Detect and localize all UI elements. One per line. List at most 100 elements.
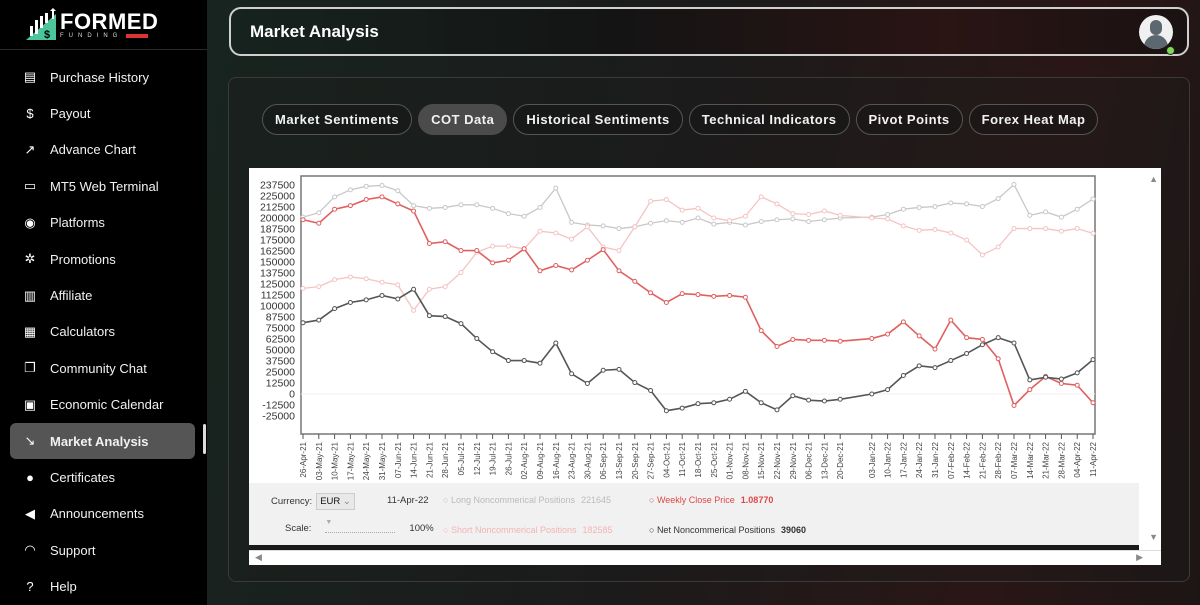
data-point: [553, 230, 559, 236]
cot-chart: 2375002250002125002000001875001750001625…: [260, 175, 1098, 480]
data-point: [885, 216, 891, 222]
data-point: [347, 187, 353, 193]
tab-technical-indicators[interactable]: Technical Indicators: [688, 104, 850, 135]
tab-market-sentiments[interactable]: Market Sentiments: [262, 104, 413, 135]
data-point: [885, 211, 891, 217]
sidebar-item-advance-chart[interactable]: ↗ Advance Chart: [10, 132, 195, 168]
data-point: [916, 363, 922, 369]
data-point: [363, 197, 369, 203]
sidebar-item-purchase-history[interactable]: ▤ Purchase History: [10, 59, 195, 95]
data-point: [584, 380, 590, 386]
sidebar-item-support[interactable]: ◠ Support: [10, 532, 195, 568]
data-point: [727, 218, 733, 224]
data-point: [1011, 226, 1017, 232]
brand-name: FORMED: [60, 8, 159, 34]
data-point: [663, 197, 669, 203]
brand-logo[interactable]: $ FORMED FUNDING: [0, 0, 207, 50]
main-content: Market Analysis Market Sentiments COT Dat…: [207, 0, 1200, 605]
sidebar-scrollbar[interactable]: [203, 424, 206, 454]
data-point: [616, 268, 622, 274]
x-tick-label: 30-Aug-21: [583, 441, 592, 479]
data-point: [379, 292, 385, 298]
avatar-head-icon: [1150, 20, 1162, 35]
scale-slider[interactable]: ▼: [325, 519, 396, 533]
slider-handle-icon[interactable]: ▼: [325, 519, 332, 526]
sidebar-nav: ▤ Purchase History $ Payout ↗ Advance Chart ▭ M…: [0, 59, 207, 605]
data-point: [932, 226, 938, 232]
data-point: [821, 217, 827, 223]
data-point: [1027, 377, 1033, 383]
tab-pivot-points[interactable]: Pivot Points: [855, 104, 963, 135]
data-point: [1058, 228, 1064, 234]
sidebar-item-promotions[interactable]: ✲ Promotions: [10, 241, 195, 277]
sidebar-item-certificates[interactable]: ● Certificates: [10, 459, 195, 495]
chevron-down-icon: ⌄: [342, 496, 351, 507]
data-point: [711, 215, 717, 221]
tab-forex-heat-map[interactable]: Forex Heat Map: [968, 104, 1099, 135]
data-point: [490, 243, 496, 249]
x-tick-label: 26-Jul-21: [504, 441, 513, 475]
data-point: [1074, 206, 1080, 212]
x-tick-label: 10-Jan-22: [884, 441, 893, 478]
user-avatar[interactable]: [1139, 15, 1173, 49]
legend-net-label: Net Noncommerical Positions: [656, 525, 775, 535]
data-point: [885, 387, 891, 393]
x-tick-label: 28-Mar-22: [1057, 441, 1066, 478]
data-point: [806, 211, 812, 217]
data-point: [648, 220, 654, 226]
currency-select[interactable]: EUR ⌄: [316, 493, 355, 510]
data-point: [663, 299, 669, 305]
data-point: [964, 351, 970, 357]
scroll-up-arrow-icon[interactable]: ▲: [1149, 174, 1158, 184]
data-point: [442, 284, 448, 290]
sidebar-item-affiliate[interactable]: ▥ Affiliate: [10, 277, 195, 313]
tab-historical-sentiments[interactable]: Historical Sentiments: [513, 104, 683, 135]
sidebar-item-payout[interactable]: $ Payout: [10, 95, 195, 131]
scroll-down-arrow-icon[interactable]: ▼: [1149, 532, 1158, 542]
scroll-right-arrow-icon[interactable]: ▶: [1136, 552, 1143, 563]
data-point: [1090, 400, 1096, 406]
data-point: [679, 291, 685, 297]
x-tick-label: 28-Jun-21: [441, 441, 450, 478]
logo-accent-bar: [126, 33, 149, 38]
data-point: [979, 204, 985, 210]
x-tick-label: 15-Nov-21: [757, 441, 766, 479]
data-point: [695, 292, 701, 298]
sidebar-item-label: Market Analysis: [50, 433, 149, 449]
horizontal-scrollbar[interactable]: ◀ ▶: [249, 550, 1161, 565]
data-point: [742, 294, 748, 300]
sidebar-item-platforms[interactable]: ◉ Platforms: [10, 205, 195, 241]
award-icon: ●: [26, 469, 34, 485]
data-point: [505, 257, 511, 263]
data-point: [632, 278, 638, 284]
data-point: [837, 396, 843, 402]
data-point: [395, 188, 401, 194]
sidebar-item-economic-calendar[interactable]: ▣ Economic Calendar: [10, 387, 195, 423]
sidebar-item-mt5-web-terminal[interactable]: ▭ MT5 Web Terminal: [10, 168, 195, 204]
sidebar-item-community-chat[interactable]: ❐ Community Chat: [10, 350, 195, 386]
x-tick-label: 21-Jun-21: [425, 441, 434, 478]
data-point: [742, 222, 748, 228]
sidebar-item-announcements[interactable]: ◀ Announcements: [10, 496, 195, 532]
scale-value: 100%: [409, 523, 434, 534]
data-point: [458, 248, 464, 254]
data-point: [837, 212, 843, 218]
sidebar-item-market-analysis[interactable]: ↘ Market Analysis: [10, 422, 195, 460]
sidebar-item-help[interactable]: ? Help: [10, 568, 195, 604]
data-point: [442, 239, 448, 245]
data-point: [474, 248, 480, 254]
x-tick-label: 07-Feb-22: [947, 441, 956, 478]
cot-chart-widget: 237500 225000 212500 200000 187500 175000 1625…: [249, 168, 1161, 565]
sidebar-item-calculators[interactable]: ▦ Calculators: [10, 314, 195, 350]
data-point: [569, 371, 575, 377]
x-tick-label: 31-Jan-22: [931, 441, 940, 478]
data-point: [821, 337, 827, 343]
tab-cot-data[interactable]: COT Data: [418, 104, 508, 135]
data-point: [869, 391, 875, 397]
data-point: [1058, 214, 1064, 220]
data-point: [363, 183, 369, 189]
data-point: [806, 397, 812, 403]
x-tick-label: 29-Nov-21: [789, 441, 798, 479]
scroll-left-arrow-icon[interactable]: ◀: [255, 552, 262, 563]
x-tick-label: 22-Nov-21: [773, 441, 782, 479]
